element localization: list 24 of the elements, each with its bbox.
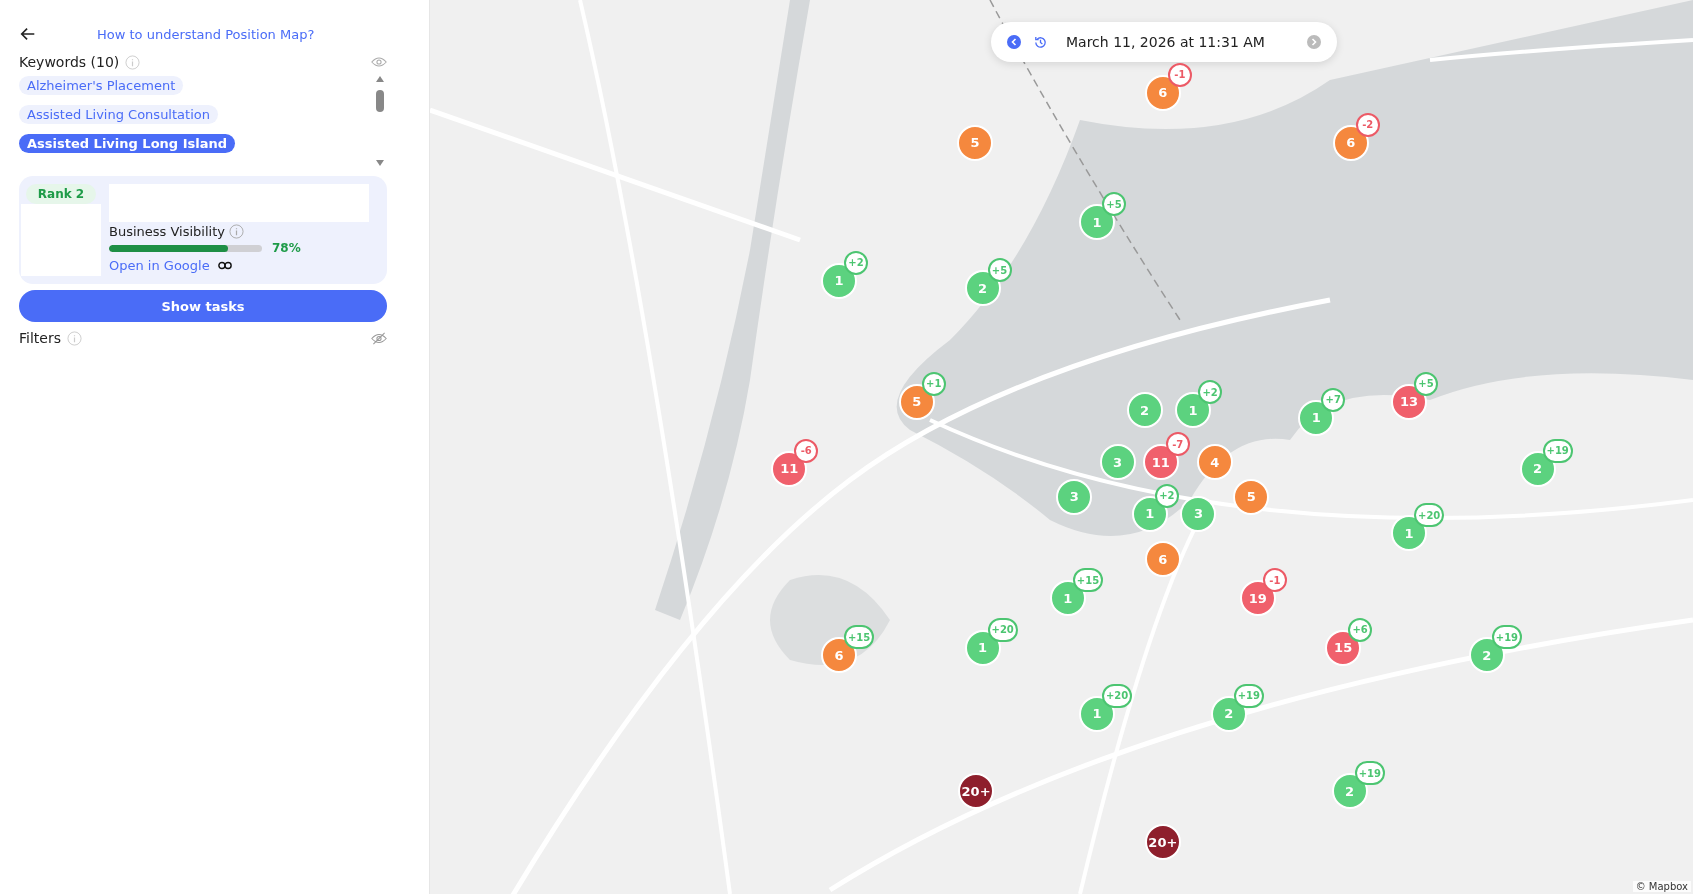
show-tasks-button[interactable]: Show tasks bbox=[19, 290, 387, 322]
history-icon[interactable] bbox=[1033, 34, 1048, 50]
visibility-percent: 78% bbox=[272, 241, 301, 255]
visibility-label: Business Visibility bbox=[109, 224, 225, 239]
keyword-chip[interactable]: Assisted Living Consultation bbox=[19, 105, 218, 124]
eye-icon[interactable] bbox=[371, 56, 387, 68]
rank-badge: Rank 2 bbox=[25, 184, 97, 204]
previous-date-button[interactable] bbox=[1007, 35, 1021, 49]
link-icon[interactable] bbox=[217, 261, 232, 270]
info-icon[interactable] bbox=[125, 54, 141, 70]
eye-off-icon[interactable] bbox=[371, 331, 387, 345]
open-in-google-link[interactable]: Open in Google bbox=[109, 258, 210, 273]
map-attribution: © Mapbox bbox=[1632, 881, 1691, 892]
date-text: March 11, 2026 at 11:31 AM bbox=[1066, 34, 1265, 50]
info-icon[interactable] bbox=[66, 330, 82, 346]
keyword-chip[interactable]: Assisted Living Long Island bbox=[19, 134, 235, 153]
scrollbar[interactable] bbox=[373, 76, 387, 166]
filters-label: Filters bbox=[19, 330, 61, 346]
info-icon[interactable] bbox=[228, 224, 244, 239]
next-date-button[interactable] bbox=[1307, 35, 1321, 49]
keyword-chip[interactable]: Alzheimer's Placement bbox=[19, 76, 184, 95]
help-link[interactable]: How to understand Position Map? bbox=[97, 26, 315, 42]
back-arrow-icon[interactable] bbox=[19, 25, 37, 43]
keywords-label: Keywords (10) bbox=[19, 54, 120, 70]
